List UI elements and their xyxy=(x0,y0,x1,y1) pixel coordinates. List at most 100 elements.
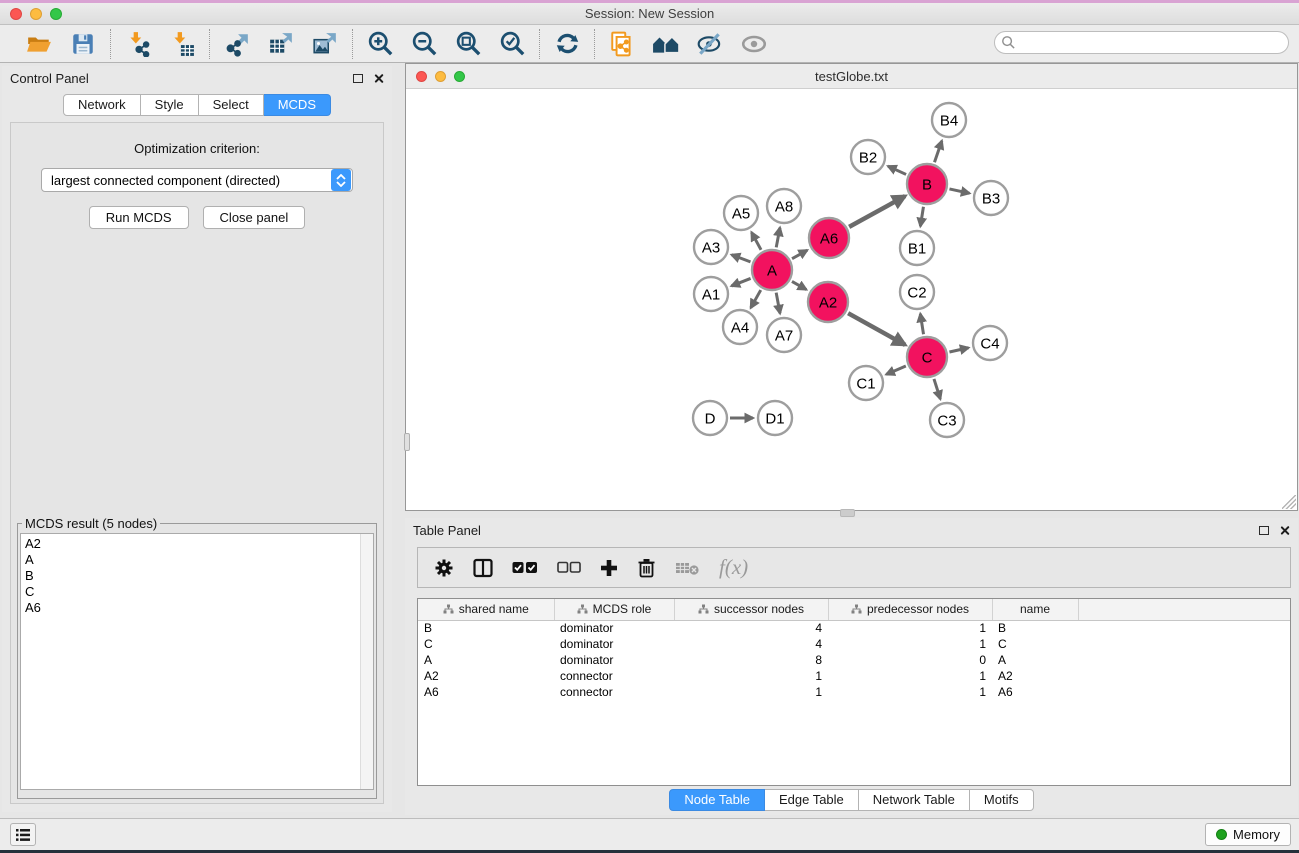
search-input[interactable] xyxy=(1016,34,1288,52)
graph-node-A4[interactable] xyxy=(723,310,757,344)
maximize-window-button[interactable] xyxy=(50,8,62,20)
tab-style[interactable]: Style xyxy=(141,94,199,116)
graph-node-A[interactable] xyxy=(752,250,792,290)
import-table-icon[interactable] xyxy=(168,30,196,58)
window-resize-grip[interactable] xyxy=(1282,495,1296,509)
table-row[interactable]: A6connector11A6 xyxy=(418,684,1290,700)
zoom-fit-icon[interactable] xyxy=(454,30,482,58)
graph-edge-B-B3[interactable] xyxy=(949,189,969,193)
close-window-button[interactable] xyxy=(10,8,22,20)
task-history-button[interactable] xyxy=(10,823,36,846)
graph-edge-A-A3[interactable] xyxy=(732,255,751,262)
mcds-result-item[interactable]: C xyxy=(25,584,360,600)
tab-motifs[interactable]: Motifs xyxy=(970,789,1034,811)
graph-node-B3[interactable] xyxy=(974,181,1008,215)
delete-column-icon[interactable] xyxy=(637,558,656,578)
graph-edge-A-A1[interactable] xyxy=(731,278,750,286)
graph-node-A7[interactable] xyxy=(767,318,801,352)
graph-edge-A-A5[interactable] xyxy=(752,232,762,249)
first-neighbors-icon[interactable] xyxy=(652,30,680,58)
horizontal-splitter-handle[interactable] xyxy=(840,509,855,517)
graph-node-C3[interactable] xyxy=(930,403,964,437)
graph-node-A1[interactable] xyxy=(694,277,728,311)
export-table-icon[interactable] xyxy=(267,30,295,58)
minimize-window-button[interactable] xyxy=(30,8,42,20)
graph-node-B2[interactable] xyxy=(851,140,885,174)
graph-node-A8[interactable] xyxy=(767,189,801,223)
save-session-icon[interactable] xyxy=(69,30,97,58)
graph-node-C4[interactable] xyxy=(973,326,1007,360)
graph-node-C2[interactable] xyxy=(900,275,934,309)
graph-edge-A6-B[interactable] xyxy=(849,196,905,227)
graph-node-C[interactable] xyxy=(907,337,947,377)
graph-edge-B-B1[interactable] xyxy=(920,207,923,227)
table-settings-gear-icon[interactable] xyxy=(434,558,454,578)
graph-node-B1[interactable] xyxy=(900,231,934,265)
graph-node-B4[interactable] xyxy=(932,103,966,137)
graph-edge-A-A2[interactable] xyxy=(792,281,806,289)
graph-edge-B-B4[interactable] xyxy=(934,141,941,162)
tab-node-table[interactable]: Node Table xyxy=(669,789,765,811)
graph-node-C1[interactable] xyxy=(849,366,883,400)
tab-edge-table[interactable]: Edge Table xyxy=(765,789,859,811)
result-scrollbar[interactable] xyxy=(360,534,373,789)
graph-node-D[interactable] xyxy=(693,401,727,435)
float-panel-icon[interactable] xyxy=(353,74,363,83)
graph-node-D1[interactable] xyxy=(758,401,792,435)
graph-edge-B-B2[interactable] xyxy=(888,166,906,174)
graph-edge-A2-C[interactable] xyxy=(848,313,905,345)
import-network-icon[interactable] xyxy=(124,30,152,58)
graph-edge-C-C4[interactable] xyxy=(949,348,968,352)
net-maximize-button[interactable] xyxy=(454,71,465,82)
graph-node-A5[interactable] xyxy=(724,196,758,230)
splitter-handle[interactable] xyxy=(404,433,410,451)
graph-edge-A-A7[interactable] xyxy=(776,293,780,314)
zoom-out-icon[interactable] xyxy=(410,30,438,58)
new-network-from-file-icon[interactable] xyxy=(608,30,636,58)
tab-select[interactable]: Select xyxy=(199,94,264,116)
column-header-name[interactable]: name xyxy=(992,599,1078,620)
select-all-columns-icon[interactable] xyxy=(512,561,538,575)
graph-edge-A-A4[interactable] xyxy=(751,290,761,308)
run-mcds-button[interactable]: Run MCDS xyxy=(89,206,189,229)
hide-selected-icon[interactable] xyxy=(696,30,724,58)
column-header-shared-name[interactable]: shared name xyxy=(418,599,554,620)
mcds-result-item[interactable]: A xyxy=(25,552,360,568)
export-image-icon[interactable] xyxy=(311,30,339,58)
mcds-result-item[interactable]: A6 xyxy=(25,600,360,616)
create-column-icon[interactable] xyxy=(600,559,618,577)
graph-node-A2[interactable] xyxy=(808,282,848,322)
criterion-select[interactable]: largest connected component (directed) xyxy=(41,168,353,192)
graph-node-B[interactable] xyxy=(907,164,947,204)
table-row[interactable]: Bdominator41B xyxy=(418,620,1290,636)
graph-edge-A-A6[interactable] xyxy=(792,250,807,259)
zoom-selected-icon[interactable] xyxy=(498,30,526,58)
refresh-layout-icon[interactable] xyxy=(553,30,581,58)
show-all-icon[interactable] xyxy=(740,30,768,58)
graph-edge-A-A8[interactable] xyxy=(776,228,780,248)
mcds-result-item[interactable]: B xyxy=(25,568,360,584)
close-panel-icon[interactable] xyxy=(373,73,384,84)
graph-edge-C-C2[interactable] xyxy=(920,314,923,335)
network-window-titlebar[interactable]: testGlobe.txt xyxy=(406,64,1297,89)
column-header-predecessor-nodes[interactable]: predecessor nodes xyxy=(828,599,992,620)
graph-node-A6[interactable] xyxy=(809,218,849,258)
export-network-icon[interactable] xyxy=(223,30,251,58)
column-header-successor-nodes[interactable]: successor nodes xyxy=(674,599,828,620)
tab-network-table[interactable]: Network Table xyxy=(859,789,970,811)
memory-button[interactable]: Memory xyxy=(1205,823,1291,846)
network-canvas[interactable]: B4B2BB3B1A5A8A6A3AA1C2A2A4A7C4CC1C3DD1 xyxy=(406,90,1297,510)
graph-node-A3[interactable] xyxy=(694,230,728,264)
net-close-button[interactable] xyxy=(416,71,427,82)
column-layout-icon[interactable] xyxy=(473,558,493,578)
graph-edge-C-C3[interactable] xyxy=(934,379,940,399)
table-row[interactable]: Cdominator41C xyxy=(418,636,1290,652)
mcds-result-item[interactable]: A2 xyxy=(25,536,360,552)
table-row[interactable]: Adominator80A xyxy=(418,652,1290,668)
float-table-panel-icon[interactable] xyxy=(1259,526,1269,535)
net-minimize-button[interactable] xyxy=(435,71,446,82)
close-table-panel-icon[interactable] xyxy=(1279,525,1290,536)
close-panel-button[interactable]: Close panel xyxy=(203,206,306,229)
tab-network[interactable]: Network xyxy=(63,94,141,116)
tab-mcds[interactable]: MCDS xyxy=(264,94,331,116)
